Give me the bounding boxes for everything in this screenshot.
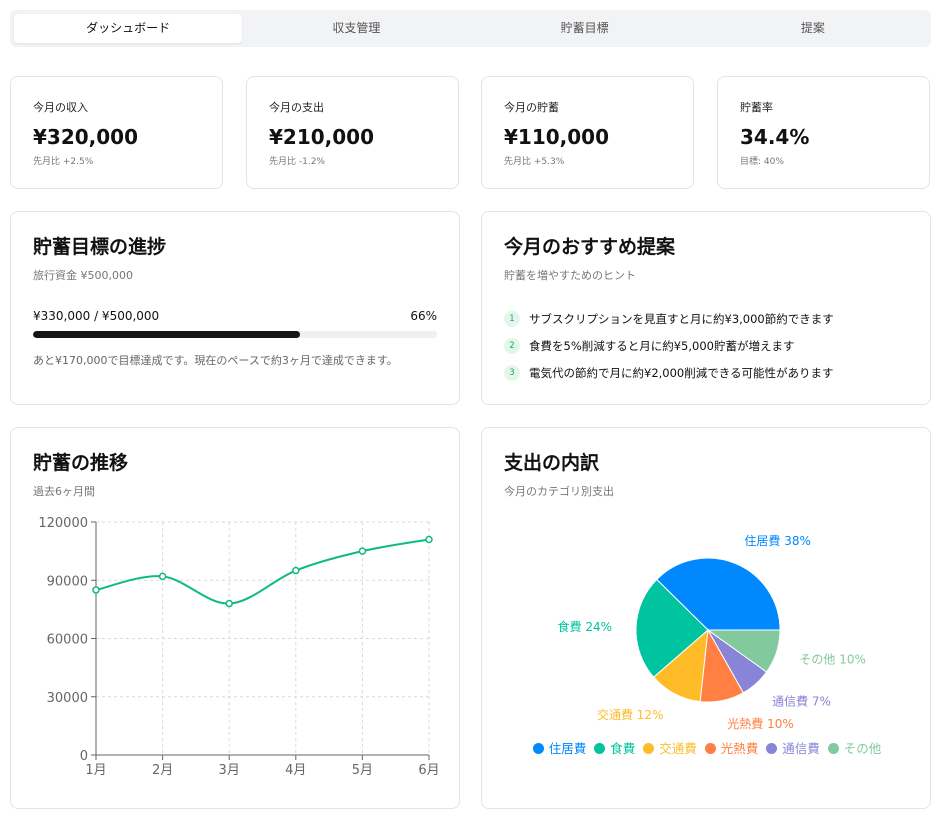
data-point [358,547,367,555]
progress-bar-fill [33,331,300,338]
card-title: 貯蓄目標の進捗 [33,236,167,258]
stat-card-savings-rate: 貯蓄率 34.4% 目標: 40% [717,76,930,189]
stat-card-savings: 今月の貯蓄 ¥110,000 先月比 +5.3% [481,76,694,189]
legend-label: 通信費 [782,741,820,756]
slice-label: 通信費 7% [772,693,831,708]
slice-label: 住居費 38% [744,533,811,548]
goal-note: あと¥170,000で目標達成です。現在のペースで約3ヶ月で達成できます。 [33,354,398,367]
stat-value: ¥320,000 [33,125,139,149]
legend-label: 交通費 [659,741,697,756]
progress-row: ¥330,000 / ¥500,000 66% [33,309,437,323]
slice-label: その他 10% [799,652,866,666]
legend-dot-icon [704,743,716,754]
legend-label: 住居費 [548,741,587,756]
suggestion-text: 食費を5%削減すると月に約¥5,000貯蓄が増えます [529,338,795,353]
legend-label: 光熱費 [720,741,759,756]
stat-sub: 先月比 -1.2% [269,157,325,167]
x-tick-label: 3月 [219,763,240,778]
y-tick-label: 90000 [47,574,88,589]
progress-bar [33,331,437,338]
stat-value: 34.4% [740,125,810,149]
suggestion-list: 1 サブスクリプションを見直すと月に約¥3,000節約できます 2 食費を5%削減す… [504,305,908,386]
progress-percent: 66% [410,309,437,323]
legend-dot-icon [766,743,778,754]
progress-amount: ¥330,000 / ¥500,000 [33,309,160,323]
legend-dot-icon [594,743,606,754]
card-subtitle: 旅行資金 ¥500,000 [33,269,133,282]
data-point [158,572,167,581]
card-subtitle: 貯蓄を増やすためのヒント [504,269,636,282]
y-tick-label: 0 [80,749,88,764]
stat-card-expense: 今月の支出 ¥210,000 先月比 -1.2% [246,76,459,189]
x-tick-label: 5月 [352,763,373,778]
stat-label: 今月の収入 [33,101,88,114]
x-tick-label: 6月 [418,763,439,778]
suggestion-text: 電気代の節約で月に約¥2,000削減できる可能性があります [529,365,834,380]
savings-line-chart: 0 30000 60000 90000 120000 1月 2月 3月 4月 5月 6月 [38,516,439,778]
list-item: 2 食費を5%削減すると月に約¥5,000貯蓄が増えます [504,332,908,359]
legend-item[interactable]: 住居費 [532,738,587,760]
stat-label: 貯蓄率 [740,101,773,114]
tab-income-expense[interactable]: 収支管理 [242,14,470,43]
pie-legend: 住居費 食費 交通費 光熱費 通信費 その他 [522,738,892,760]
legend-item[interactable]: 通信費 [766,738,820,760]
tab-dashboard[interactable]: ダッシュボード [14,14,243,43]
list-item: 1 サブスクリプションを見直すと月に約¥3,000節約できます [504,305,908,332]
data-point [292,566,300,575]
legend-item[interactable]: 食費 [594,738,635,760]
legend-label: 食費 [610,741,636,756]
stat-value: ¥210,000 [269,125,375,149]
stat-sub: 先月比 +5.3% [504,157,565,167]
legend-dot-icon [827,743,839,754]
savings-goal-card: 貯蓄目標の進捗 旅行資金 ¥500,000 ¥330,000 / ¥500,00… [10,211,460,405]
stat-label: 今月の支出 [269,101,324,114]
legend-dot-icon [643,743,655,754]
number-badge: 3 [504,364,520,381]
stat-value: ¥110,000 [504,125,610,149]
suggestions-card: 今月のおすすめ提案 貯蓄を増やすためのヒント 1 サブスクリプションを見直すと月に… [481,211,931,405]
number-badge: 2 [504,337,520,354]
x-tick-label: 2月 [152,763,173,778]
x-tick-label: 1月 [85,763,106,778]
slice-label: 光熱費 10% [727,716,794,731]
card-title: 今月のおすすめ提案 [504,236,676,258]
data-point [225,599,233,608]
slice-label: 交通費 12% [597,707,664,722]
y-tick-label: 30000 [47,691,88,706]
list-item: 3 電気代の節約で月に約¥2,000削減できる可能性があります [504,359,908,386]
x-tick-label: 4月 [285,763,306,778]
stat-sub: 先月比 +2.5% [33,157,94,167]
legend-item[interactable]: 光熱費 [704,738,759,760]
tab-savings-goals[interactable]: 貯蓄目標 [471,14,699,43]
legend-label: その他 [843,741,882,756]
legend-dot-icon [532,743,544,754]
slice-label: 食費 24% [558,619,613,634]
savings-trend-card: 貯蓄の推移 過去6ヶ月間 0 30000 60000 90000 120000 1月 2月 3… [10,427,460,809]
data-point [425,535,433,544]
stat-label: 今月の貯蓄 [504,101,559,114]
data-point [92,586,100,594]
series-line [95,538,430,605]
stat-card-income: 今月の収入 ¥320,000 先月比 +2.5% [10,76,223,189]
tab-bar: ダッシュボード 収支管理 貯蓄目標 提案 [10,10,931,47]
suggestion-text: サブスクリプションを見直すと月に約¥3,000節約できます [529,311,834,326]
legend-item[interactable]: 交通費 [643,738,697,760]
y-tick-label: 60000 [47,633,88,648]
stat-sub: 目標: 40% [740,157,784,167]
expense-breakdown-card: 支出の内訳 今月のカテゴリ別支出 住居費 38% 食費 24% 交通費 12% 光熱費… [481,427,931,809]
y-tick-label: 120000 [38,516,88,531]
tab-suggestions[interactable]: 提案 [699,14,927,43]
number-badge: 1 [504,310,520,327]
legend-item[interactable]: その他 [827,738,882,760]
